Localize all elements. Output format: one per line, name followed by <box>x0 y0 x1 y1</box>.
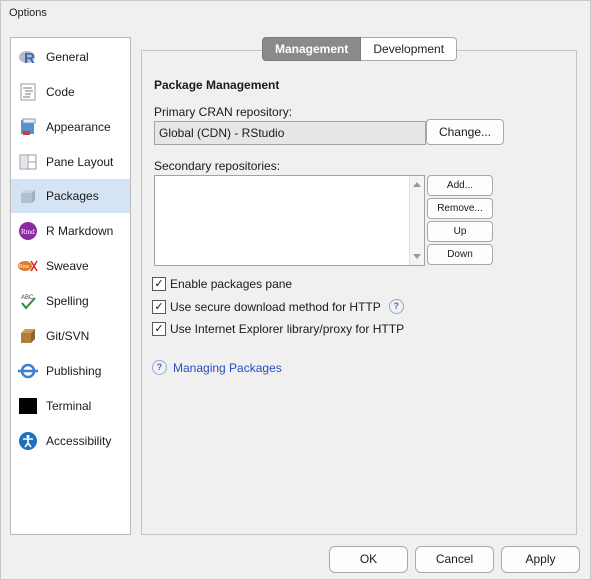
sidebar-item-label: Spelling <box>46 294 89 308</box>
scroll-up-icon[interactable] <box>413 182 421 187</box>
sidebar-item-packages[interactable]: Packages <box>11 179 130 213</box>
sidebar-item-terminal[interactable]: Terminal <box>11 389 130 423</box>
sidebar-item-spelling[interactable]: ABC Spelling <box>11 284 130 318</box>
primary-cran-field: Global (CDN) - RStudio <box>154 121 426 145</box>
sidebar-item-sweave[interactable]: Rnw Sweave <box>11 249 130 283</box>
primary-cran-label: Primary CRAN repository: <box>154 105 293 119</box>
secondary-repos-list[interactable] <box>154 175 425 266</box>
window-title: Options <box>9 7 47 19</box>
sidebar-item-label: Sweave <box>46 259 89 273</box>
terminal-icon <box>18 396 38 416</box>
sidebar-item-label: Code <box>46 85 75 99</box>
sidebar-item-label: R Markdown <box>46 224 114 238</box>
title-bar: Options <box>0 0 591 27</box>
checkbox-checked-icon[interactable]: ✓ <box>152 277 166 291</box>
sidebar-item-appearance[interactable]: Appearance <box>11 110 130 144</box>
sidebar-item-label: Publishing <box>46 364 102 378</box>
enable-packages-pane-checkbox[interactable]: ✓ Enable packages pane <box>152 277 292 291</box>
sidebar-item-label: Appearance <box>46 120 111 134</box>
remove-repo-button[interactable]: Remove... <box>427 198 493 219</box>
sidebar-item-general[interactable]: R General <box>11 40 130 74</box>
checkbox-checked-icon[interactable]: ✓ <box>152 299 166 314</box>
section-title: Package Management <box>154 78 280 92</box>
managing-packages-help: ? Managing Packages <box>152 360 282 375</box>
publishing-icon <box>18 361 38 381</box>
secure-download-checkbox[interactable]: ✓ Use secure download method for HTTP ? <box>152 299 404 314</box>
checkbox-label: Enable packages pane <box>170 277 293 291</box>
options-sidebar: R General Code Appearance Pane Layout Pa… <box>10 37 131 535</box>
secondary-repos-label: Secondary repositories: <box>154 159 281 173</box>
packages-icon <box>18 186 38 206</box>
svg-text:R: R <box>24 50 35 67</box>
sweave-icon: Rnw <box>18 256 38 276</box>
tab-bar: Management Development <box>262 37 458 61</box>
r-logo-icon: R <box>18 47 38 67</box>
sidebar-item-label: Accessibility <box>46 434 112 448</box>
apply-button[interactable]: Apply <box>501 546 580 573</box>
help-icon: ? <box>152 360 167 375</box>
sidebar-item-git-svn[interactable]: Git/SVN <box>11 319 130 353</box>
sidebar-item-label: General <box>46 50 89 64</box>
checkbox-label: Use Internet Explorer library/proxy for … <box>170 322 405 336</box>
checkbox-label: Use secure download method for HTTP <box>170 299 381 314</box>
tab-development[interactable]: Development <box>361 37 458 61</box>
sidebar-item-code[interactable]: Code <box>11 75 130 109</box>
move-down-button[interactable]: Down <box>427 244 493 265</box>
add-repo-button[interactable]: Add... <box>427 175 493 196</box>
rmarkdown-icon: Rmd <box>18 221 38 241</box>
sidebar-item-label: Terminal <box>46 399 92 413</box>
move-up-button[interactable]: Up <box>427 221 493 242</box>
change-button[interactable]: Change... <box>426 119 504 145</box>
ok-button[interactable]: OK <box>329 546 408 573</box>
managing-packages-link[interactable]: Managing Packages <box>173 361 282 375</box>
accessibility-icon <box>18 431 38 451</box>
sidebar-item-pane-layout[interactable]: Pane Layout <box>11 145 130 179</box>
svg-text:Rnw: Rnw <box>19 264 29 270</box>
cancel-button[interactable]: Cancel <box>415 546 494 573</box>
scroll-down-icon[interactable] <box>413 254 421 259</box>
sidebar-item-r-markdown[interactable]: Rmd R Markdown <box>11 214 130 248</box>
ie-proxy-checkbox[interactable]: ✓ Use Internet Explorer library/proxy fo… <box>152 322 404 336</box>
help-icon[interactable]: ? <box>388 299 404 314</box>
checkbox-checked-icon[interactable]: ✓ <box>152 322 166 336</box>
spelling-icon: ABC <box>18 291 38 311</box>
sidebar-item-publishing[interactable]: Publishing <box>11 354 130 388</box>
tab-management[interactable]: Management <box>262 37 362 61</box>
sidebar-item-accessibility[interactable]: Accessibility <box>11 424 130 458</box>
sidebar-item-label: Git/SVN <box>46 329 90 343</box>
svg-text:Rmd: Rmd <box>21 228 35 236</box>
list-scrollbar[interactable] <box>409 176 424 265</box>
sidebar-item-label: Packages <box>46 189 99 203</box>
appearance-icon <box>18 117 38 137</box>
code-icon <box>18 82 38 102</box>
sidebar-item-label: Pane Layout <box>46 155 114 169</box>
pane-layout-icon <box>18 152 38 172</box>
git-icon <box>18 326 38 346</box>
